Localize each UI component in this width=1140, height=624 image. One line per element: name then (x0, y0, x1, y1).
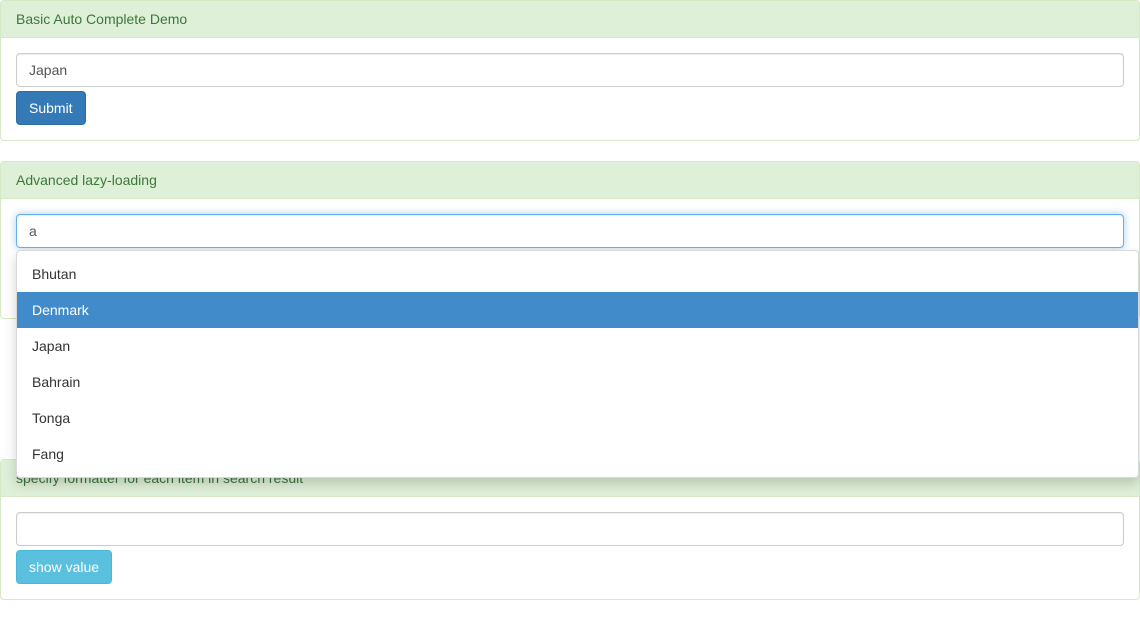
autocomplete-option[interactable]: Tonga (17, 400, 1138, 436)
autocomplete-option[interactable]: Bahrain (17, 364, 1138, 400)
panel-formatter: specify formatter for each item in searc… (0, 459, 1140, 600)
autocomplete-dropdown: BhutanDenmarkJapanBahrainTongaFang (16, 250, 1139, 478)
formatter-autocomplete-input[interactable] (16, 512, 1124, 546)
panel-basic-title: Basic Auto Complete Demo (1, 1, 1139, 38)
autocomplete-option[interactable]: Denmark (17, 292, 1138, 328)
panel-basic-body: Submit (1, 38, 1139, 140)
advanced-autocomplete-input[interactable] (16, 214, 1124, 248)
autocomplete-option[interactable]: Fang (17, 436, 1138, 472)
autocomplete-option[interactable]: Japan (17, 328, 1138, 364)
panel-advanced-title: Advanced lazy-loading (1, 162, 1139, 199)
submit-button[interactable]: Submit (16, 91, 86, 125)
panel-advanced-lazy: Advanced lazy-loading BhutanDenmarkJapan… (0, 161, 1140, 319)
show-value-button[interactable]: show value (16, 550, 112, 584)
panel-basic-autocomplete: Basic Auto Complete Demo Submit (0, 0, 1140, 141)
autocomplete-option[interactable]: Bhutan (17, 256, 1138, 292)
panel-advanced-body: BhutanDenmarkJapanBahrainTongaFang (1, 199, 1139, 318)
panel-formatter-body: show value (1, 497, 1139, 599)
basic-autocomplete-input[interactable] (16, 53, 1124, 87)
